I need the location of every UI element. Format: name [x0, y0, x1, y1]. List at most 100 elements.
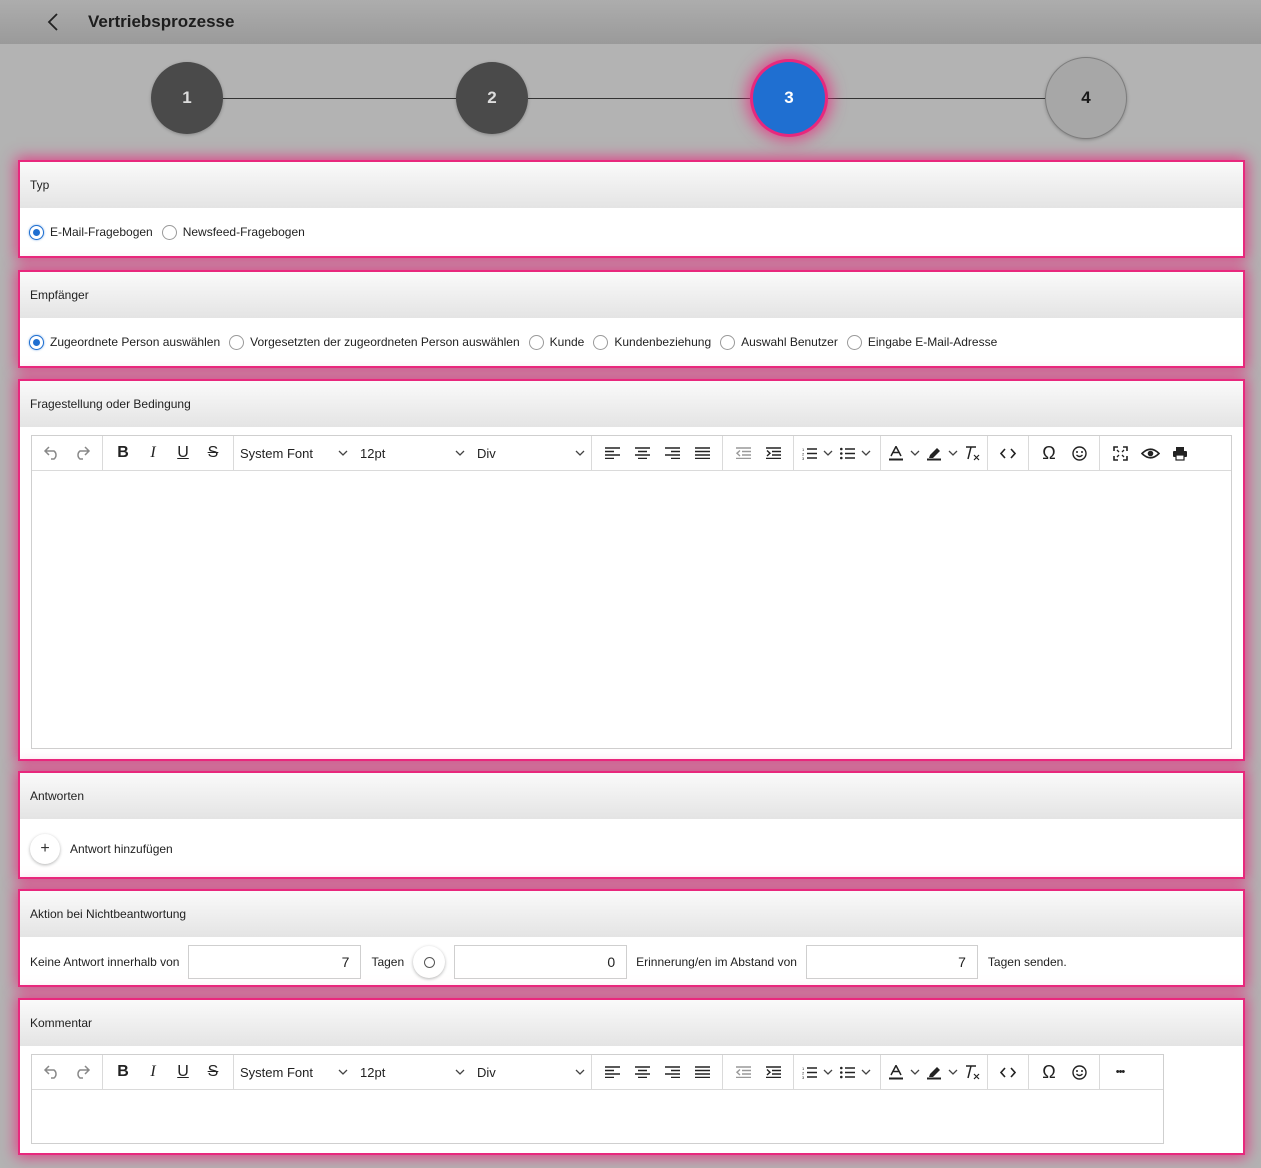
- kommentar-panel: Kommentar B I U S System Font 12pt Div 1…: [20, 1000, 1243, 1153]
- editor-content-area[interactable]: [32, 1090, 1163, 1144]
- fullscreen-button[interactable]: [1105, 439, 1135, 467]
- radio-kundenbeziehung[interactable]: [593, 334, 609, 350]
- clear-format-button[interactable]: [962, 439, 982, 467]
- radio-kunde[interactable]: [528, 334, 544, 350]
- editor-content-area[interactable]: [32, 471, 1231, 749]
- format-group: B I U S: [103, 435, 234, 471]
- code-group: [988, 1054, 1029, 1090]
- radio-label: Zugeordnete Person auswählen: [50, 335, 221, 349]
- align-justify-button[interactable]: [687, 439, 717, 467]
- align-left-button[interactable]: [597, 439, 627, 467]
- print-button[interactable]: [1165, 439, 1195, 467]
- redo-button[interactable]: [67, 439, 97, 467]
- radio-eingabe-email[interactable]: [846, 334, 862, 350]
- add-answer-button[interactable]: +: [30, 834, 60, 864]
- editor-toolbar: B I U S System Font 12pt Div: [32, 1054, 1163, 1090]
- radio-email-fragebogen[interactable]: [29, 224, 44, 240]
- underline-button[interactable]: U: [168, 439, 198, 467]
- svg-text:3: 3: [802, 456, 805, 460]
- code-group: [988, 435, 1029, 471]
- indent-button[interactable]: [758, 439, 788, 467]
- align-justify-button[interactable]: [687, 1058, 717, 1086]
- step-3-active[interactable]: 3: [753, 62, 825, 134]
- source-code-button[interactable]: [993, 1058, 1023, 1086]
- radio-label: Kundenbeziehung: [614, 335, 712, 349]
- align-center-icon: [634, 447, 650, 459]
- italic-button[interactable]: I: [138, 1058, 168, 1086]
- font-family-select[interactable]: System Font: [234, 446, 354, 461]
- align-center-button[interactable]: [627, 439, 657, 467]
- color-group: [881, 1054, 988, 1090]
- chevron-down-icon: [338, 450, 348, 456]
- add-answer-label[interactable]: Antwort hinzufügen: [70, 842, 173, 856]
- antworten-heading: Antworten: [20, 773, 1243, 819]
- highlight-color-button[interactable]: [924, 1058, 962, 1086]
- chevron-down-icon: [455, 1069, 465, 1075]
- font-family-value: System Font: [240, 1064, 313, 1080]
- underline-icon: U: [177, 444, 189, 461]
- bold-button[interactable]: B: [108, 439, 138, 467]
- font-family-select[interactable]: System Font: [234, 1065, 354, 1080]
- bullet-list-button[interactable]: [837, 439, 875, 467]
- radio-auswahl-benutzer[interactable]: [720, 334, 736, 350]
- numbered-list-button[interactable]: 123: [799, 439, 837, 467]
- italic-button[interactable]: I: [138, 439, 168, 467]
- font-size-select[interactable]: 12pt: [354, 1065, 471, 1080]
- indent-button[interactable]: [758, 1058, 788, 1086]
- align-left-button[interactable]: [597, 1058, 627, 1086]
- no-answer-label: Keine Antwort innerhalb von: [30, 955, 180, 969]
- underline-button[interactable]: U: [168, 1058, 198, 1086]
- empfaenger-panel: Empfänger Zugeordnete Person auswählen V…: [20, 272, 1243, 366]
- step-4[interactable]: 4: [1045, 57, 1127, 139]
- reminder-toggle[interactable]: [413, 946, 446, 978]
- chevron-down-icon: [823, 1069, 833, 1075]
- undo-button[interactable]: [37, 439, 67, 467]
- code-icon: [1000, 447, 1016, 459]
- history-group: [32, 435, 103, 471]
- step-2[interactable]: 2: [456, 62, 528, 134]
- chevron-down-icon: [910, 1069, 920, 1075]
- align-right-button[interactable]: [657, 439, 687, 467]
- strikethrough-button[interactable]: S: [198, 439, 228, 467]
- align-center-button[interactable]: [627, 1058, 657, 1086]
- emoji-button[interactable]: [1064, 439, 1094, 467]
- interval-days-input[interactable]: 7: [805, 945, 978, 979]
- outdent-button[interactable]: [728, 439, 758, 467]
- code-icon: [1000, 1066, 1016, 1078]
- block-format-select[interactable]: Div: [471, 446, 591, 461]
- emoji-button[interactable]: [1064, 1058, 1094, 1086]
- block-format-select[interactable]: Div: [471, 1065, 591, 1080]
- special-char-button[interactable]: Ω: [1034, 439, 1064, 467]
- preview-button[interactable]: [1135, 439, 1165, 467]
- strikethrough-icon: S: [207, 444, 219, 461]
- step-1[interactable]: 1: [151, 62, 223, 134]
- days-input[interactable]: 7: [188, 945, 362, 979]
- source-code-button[interactable]: [993, 439, 1023, 467]
- bullet-list-button[interactable]: [837, 1058, 875, 1086]
- text-color-button[interactable]: [886, 439, 924, 467]
- special-char-button[interactable]: Ω: [1034, 1058, 1064, 1086]
- align-right-icon: [664, 447, 680, 459]
- empfaenger-heading: Empfänger: [20, 272, 1243, 318]
- text-color-button[interactable]: [886, 1058, 924, 1086]
- text-color-icon: [886, 1058, 906, 1086]
- outdent-button[interactable]: [728, 1058, 758, 1086]
- undo-button[interactable]: [37, 1058, 67, 1086]
- more-button[interactable]: •••: [1105, 1058, 1135, 1086]
- back-button[interactable]: [38, 7, 68, 37]
- highlight-color-button[interactable]: [924, 439, 962, 467]
- radio-vorgesetzten[interactable]: [229, 334, 245, 350]
- chevron-left-icon: [47, 13, 58, 31]
- radio-zugeordnete-person[interactable]: [29, 334, 44, 350]
- radio-newsfeed-fragebogen[interactable]: [161, 224, 177, 240]
- omega-icon: Ω: [1042, 442, 1056, 463]
- clear-format-button[interactable]: [962, 1058, 982, 1086]
- redo-icon: [77, 1065, 91, 1079]
- strikethrough-button[interactable]: S: [198, 1058, 228, 1086]
- bold-button[interactable]: B: [108, 1058, 138, 1086]
- font-size-select[interactable]: 12pt: [354, 446, 471, 461]
- align-right-button[interactable]: [657, 1058, 687, 1086]
- redo-button[interactable]: [67, 1058, 97, 1086]
- numbered-list-button[interactable]: 123: [799, 1058, 837, 1086]
- reminders-count-input[interactable]: 0: [454, 945, 628, 979]
